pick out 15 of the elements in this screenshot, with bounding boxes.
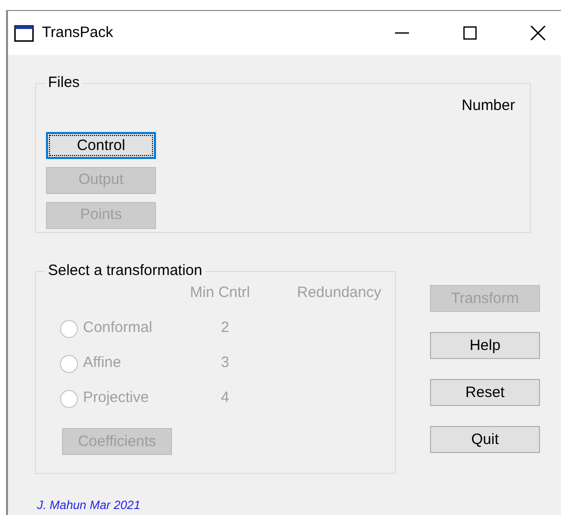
close-icon[interactable] (530, 25, 546, 41)
action-button[interactable]: Help (430, 332, 540, 359)
file-button[interactable]: Control (46, 132, 156, 158)
min-control-value: 2 (220, 319, 230, 336)
app-window-icon (14, 24, 34, 42)
column-header: Redundancy (297, 284, 382, 301)
min-control-value: 3 (220, 354, 230, 372)
min-control-value: 4 (220, 389, 230, 406)
window-title: TransPack (42, 22, 114, 43)
action-button[interactable]: Quit (430, 426, 540, 453)
column-header: Number (462, 96, 515, 116)
action-button[interactable]: Reset (430, 379, 540, 406)
maximize-icon[interactable] (462, 25, 478, 41)
author-credit: J. Mahun Mar 2021 (37, 497, 142, 514)
column-header: Min Cntrl (190, 284, 250, 301)
